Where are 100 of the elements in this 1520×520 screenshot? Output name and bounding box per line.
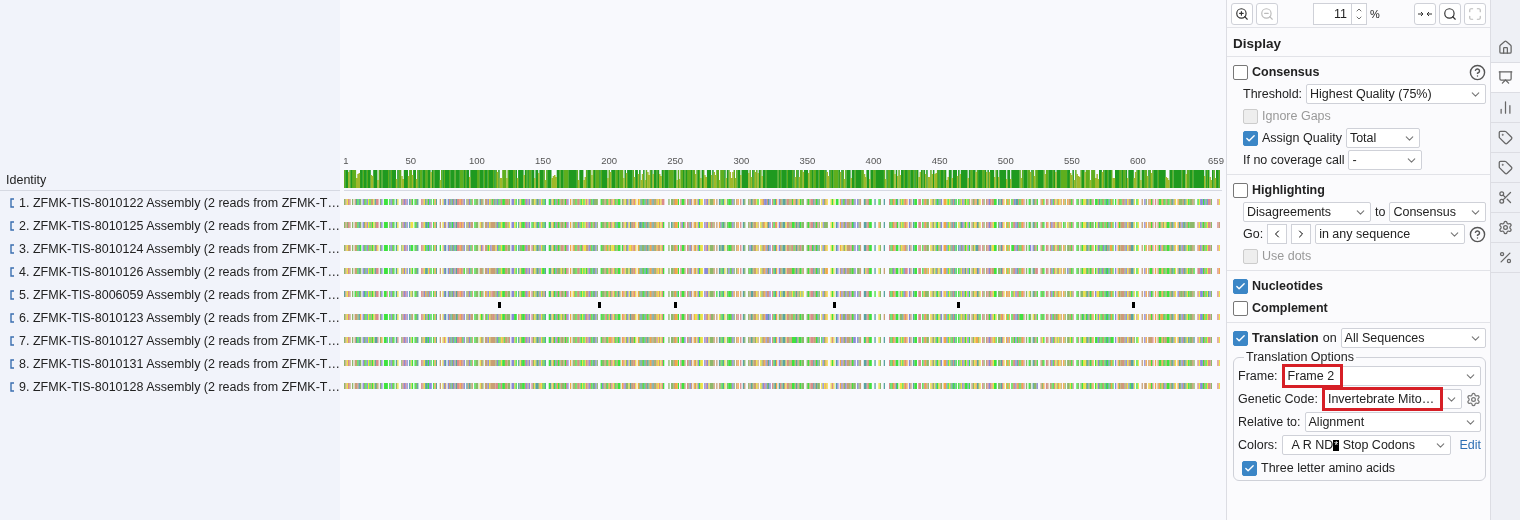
sequence-name[interactable]: 9. ZFMK-TIS-8010128 Assembly (2 reads from ZFMK-T…	[19, 379, 340, 394]
ruler-label: 200	[601, 154, 618, 168]
checkbox[interactable]	[1233, 300, 1248, 316]
use-dots-label: Use dots	[1262, 249, 1312, 263]
three-letter-label: Three letter amino acids	[1261, 461, 1396, 475]
tag-icon	[1498, 130, 1513, 145]
frame-select[interactable]: Frame 2	[1281, 366, 1481, 386]
sequence-name[interactable]: 2. ZFMK-TIS-8010125 Assembly (2 reads from ZFMK-T…	[19, 218, 340, 233]
checkbox[interactable]	[1233, 330, 1248, 346]
go-label: Go:	[1243, 227, 1264, 241]
checkmark-icon	[1235, 332, 1246, 344]
sequence-name[interactable]: 8. ZFMK-TIS-8010131 Assembly (2 reads from ZFMK-T…	[19, 356, 340, 371]
checkbox[interactable]	[1233, 182, 1248, 198]
help-icon[interactable]	[1469, 225, 1486, 243]
relative-label: Relative to:	[1238, 415, 1301, 429]
ruler-label: 1	[343, 154, 349, 168]
threshold-label: Threshold:	[1243, 87, 1303, 101]
checkbox[interactable]	[1242, 460, 1257, 476]
search-icon	[1443, 6, 1457, 21]
ruler-label: 400	[865, 154, 882, 168]
presentation-icon	[1498, 70, 1513, 85]
checkbox[interactable]	[1243, 130, 1258, 146]
sequence-name[interactable]: 6. ZFMK-TIS-8010123 Assembly (2 reads from ZFMK-T…	[19, 310, 340, 325]
highlighting-label: Highlighting	[1252, 183, 1325, 197]
ruler-label: 350	[799, 154, 816, 168]
sequence-name[interactable]: 3. ZFMK-TIS-8010124 Assembly (2 reads from ZFMK-T…	[19, 241, 340, 256]
sequence-name[interactable]: 7. ZFMK-TIS-8010127 Assembly (2 reads from ZFMK-T…	[19, 333, 340, 348]
frame-label: Frame:	[1238, 369, 1278, 383]
sequence-name[interactable]: 4. ZFMK-TIS-8010126 Assembly (2 reads from ZFMK-T…	[19, 264, 340, 279]
to-label: to	[1375, 205, 1386, 219]
ruler-label: 150	[535, 154, 551, 168]
on-label: on	[1322, 331, 1337, 345]
complement-label: Complement	[1252, 301, 1328, 315]
sequence-icon	[10, 381, 15, 392]
zoom-out-icon	[1260, 6, 1274, 21]
ruler-label: 659	[1208, 154, 1224, 168]
sequence-icon	[10, 243, 15, 254]
previous-button[interactable]	[1267, 224, 1288, 244]
ruler-label: 600	[1130, 154, 1146, 168]
bar-chart-icon	[1498, 100, 1513, 115]
home-icon	[1498, 40, 1513, 55]
tag-icon	[1498, 160, 1513, 175]
sequence-icon	[10, 220, 15, 231]
colors-select[interactable]: A R ND* Stop Codons	[1281, 435, 1452, 455]
edit-link[interactable]: Edit	[1459, 438, 1481, 452]
assign-quality-label: Assign Quality	[1262, 131, 1342, 145]
ruler-label: 550	[1063, 154, 1080, 168]
fit-width-button[interactable]	[1414, 2, 1436, 25]
threshold-select[interactable]: Highest Quality (75%)	[1306, 84, 1486, 104]
ruler-label: 300	[733, 154, 750, 168]
checkbox[interactable]	[1233, 278, 1248, 294]
sequence-icon	[10, 358, 15, 369]
sequence-icon	[10, 335, 15, 346]
percent-label: %	[1370, 7, 1380, 20]
sequence-name[interactable]: 5. ZFMK-TIS-8006059 Assembly (2 reads from ZFMK-T…	[19, 287, 340, 302]
nucleotides-label: Nucleotides	[1252, 279, 1323, 293]
ruler-label: 250	[667, 154, 684, 168]
next-button[interactable]	[1291, 224, 1312, 244]
sequence-icon	[10, 266, 15, 277]
zoom-field[interactable]: 11	[1313, 2, 1367, 25]
ignore-gaps-label: Ignore Gaps	[1262, 109, 1331, 123]
ruler-label: 50	[405, 154, 417, 168]
zoom-in-button[interactable]	[1231, 2, 1253, 25]
coverage-select[interactable]: -	[1348, 150, 1423, 170]
genetic-code-label: Genetic Code:	[1238, 392, 1318, 406]
group-title: Translation Options	[1244, 350, 1356, 364]
ruler-label: 100	[468, 154, 485, 168]
consensus-label: Consensus	[1252, 65, 1320, 79]
ruler-label: 450	[931, 154, 948, 168]
sequence-icon	[10, 312, 15, 323]
side-tab[interactable]	[1491, 63, 1520, 93]
zoom-button[interactable]	[1439, 2, 1461, 25]
zoom-in-icon	[1235, 6, 1249, 21]
stop-codon-mark	[498, 302, 501, 308]
no-coverage-label: If no coverage call	[1243, 153, 1345, 167]
mode-select[interactable]: Disagreements	[1243, 202, 1371, 222]
translation-select[interactable]: All Sequences	[1340, 328, 1486, 348]
stop-codon-mark	[957, 302, 960, 308]
stop-codon-mark	[674, 302, 677, 308]
fullscreen-icon	[1468, 6, 1482, 21]
stop-codon-mark	[833, 302, 836, 308]
checkmark-icon	[1245, 132, 1256, 144]
genetic-code-select[interactable]: Invertebrate Mito…	[1321, 389, 1462, 409]
checkmark-icon	[1244, 462, 1255, 474]
ruler-label: 500	[997, 154, 1014, 168]
checkbox[interactable]	[1233, 64, 1248, 80]
help-icon[interactable]	[1469, 63, 1486, 81]
relative-select[interactable]: Alignment	[1304, 412, 1481, 432]
percent-icon	[1498, 250, 1513, 265]
translation-label: Translation	[1252, 331, 1319, 345]
scope-select[interactable]: in any sequence	[1315, 224, 1465, 244]
sequence-icon	[10, 197, 15, 208]
stop-codon-mark	[1132, 302, 1135, 308]
stop-codon-mark	[598, 302, 601, 308]
settings-icon	[1498, 220, 1513, 235]
sequence-name[interactable]: 1. ZFMK-TIS-8010122 Assembly (2 reads from ZFMK-T…	[19, 195, 340, 210]
target-select[interactable]: Consensus	[1389, 202, 1486, 222]
settings-icon[interactable]	[1466, 391, 1481, 407]
quality-select[interactable]: Total	[1345, 128, 1420, 148]
sequence-icon	[10, 289, 15, 300]
